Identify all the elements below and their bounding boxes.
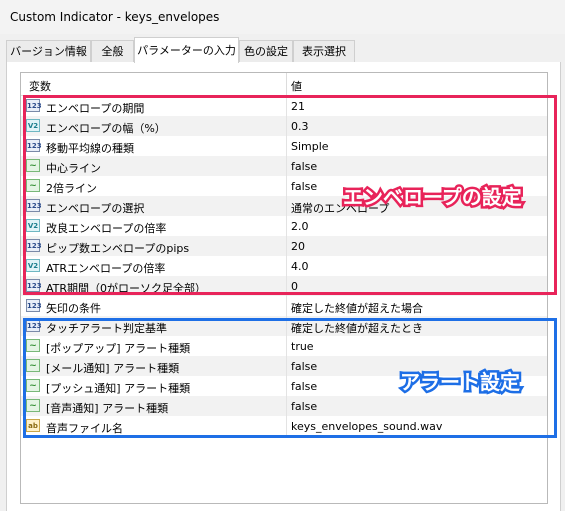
integer-icon: 123	[26, 299, 42, 312]
tab-display-selection[interactable]: 表示選択	[293, 40, 355, 62]
parameter-label: 矢印の条件	[46, 302, 101, 315]
header-variable[interactable]: 変数	[29, 78, 51, 94]
header-value[interactable]: 値	[291, 78, 302, 94]
parameter-row[interactable]: 123 矢印の条件 確定した終値が超えた場合	[21, 296, 547, 316]
tab-color-settings[interactable]: 色の設定	[239, 40, 293, 62]
grid-header: 変数 値	[21, 73, 547, 96]
envelope-settings-annotation: エンベロープの設定	[341, 183, 525, 212]
alert-settings-annotation: アラート設定	[398, 368, 523, 397]
column-separator	[286, 73, 287, 95]
title-bar: Custom Indicator - keys_envelopes	[0, 0, 565, 34]
tab-general[interactable]: 全般	[91, 40, 134, 62]
column-separator	[286, 296, 287, 316]
parameter-value[interactable]: 確定した終値が超えた場合	[291, 300, 423, 316]
tab-input-parameters[interactable]: パラメーターの入力	[134, 37, 239, 63]
window-title: Custom Indicator - keys_envelopes	[10, 10, 220, 24]
tab-bar: バージョン情報 全般 パラメーターの入力 色の設定 表示選択	[6, 37, 559, 63]
tab-version-info[interactable]: バージョン情報	[6, 40, 91, 62]
